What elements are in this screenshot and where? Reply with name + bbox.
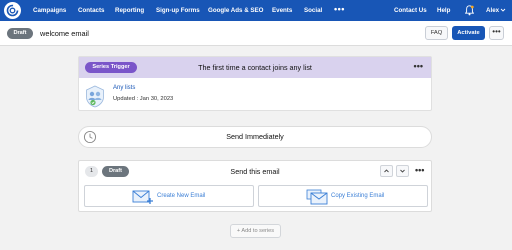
series-trigger-card[interactable]: The first time a contact joins any list … [78,56,432,111]
logo-icon[interactable] [4,2,21,19]
nav-contact-us[interactable]: Contact Us [394,0,427,21]
series-trigger-badge: Series Trigger [85,62,137,73]
copy-existing-email-label: Copy Existing Email [331,193,385,199]
page-header: Draft welcome email FAQ Activate ••• [0,21,512,46]
copy-email-icon [306,189,328,205]
activate-button[interactable]: Activate [452,26,485,40]
nav-google-ads-seo[interactable]: Google Ads & SEO [208,0,263,21]
step-more-button[interactable]: ••• [415,164,424,176]
trigger-updated-date: Updated : Jan 30, 2023 [113,96,174,102]
create-new-email-label: Create New Email [157,193,206,199]
page-title[interactable]: welcome email [40,27,89,40]
faq-button[interactable]: FAQ [425,26,448,40]
bell-icon[interactable] [465,5,474,16]
email-step-card: Send this email 1 Draft ••• Create New E… [78,160,432,212]
new-email-icon [132,190,153,204]
step-number-badge: 1 [85,166,98,177]
copy-existing-email-button[interactable]: Copy Existing Email [258,185,428,207]
nav-more-button[interactable]: ••• [334,0,345,21]
contact-list-icon [86,85,104,108]
create-new-email-button[interactable]: Create New Email [84,185,254,207]
step-title: Send this email [230,167,280,176]
trigger-more-button[interactable]: ••• [414,59,423,73]
add-to-series-button[interactable]: + Add to series [230,224,281,238]
header-more-button[interactable]: ••• [489,26,504,40]
send-timing-label: Send Immediately [226,132,284,141]
nav-signup-forms[interactable]: Sign-up Forms [156,0,200,21]
user-menu[interactable]: Alex [486,0,499,21]
top-navigation: Campaigns Contacts Reporting Sign-up For… [0,0,512,21]
chevron-up-icon [384,169,389,173]
move-up-button[interactable] [380,165,393,177]
nav-contacts[interactable]: Contacts [78,0,104,21]
nav-help[interactable]: Help [437,0,450,21]
nav-social[interactable]: Social [304,0,322,21]
nav-reporting[interactable]: Reporting [115,0,144,21]
nav-events[interactable]: Events [272,0,292,21]
trigger-header: The first time a contact joins any list … [79,57,431,78]
send-timing-bar[interactable]: Send Immediately [78,126,432,148]
chevron-down-icon [400,169,405,173]
status-badge: Draft [7,28,33,39]
step-status-badge: Draft [102,166,129,177]
trigger-list-link[interactable]: Any lists [113,85,135,91]
nav-campaigns[interactable]: Campaigns [33,0,66,21]
move-down-button[interactable] [396,165,409,177]
chevron-down-icon[interactable] [500,7,506,13]
